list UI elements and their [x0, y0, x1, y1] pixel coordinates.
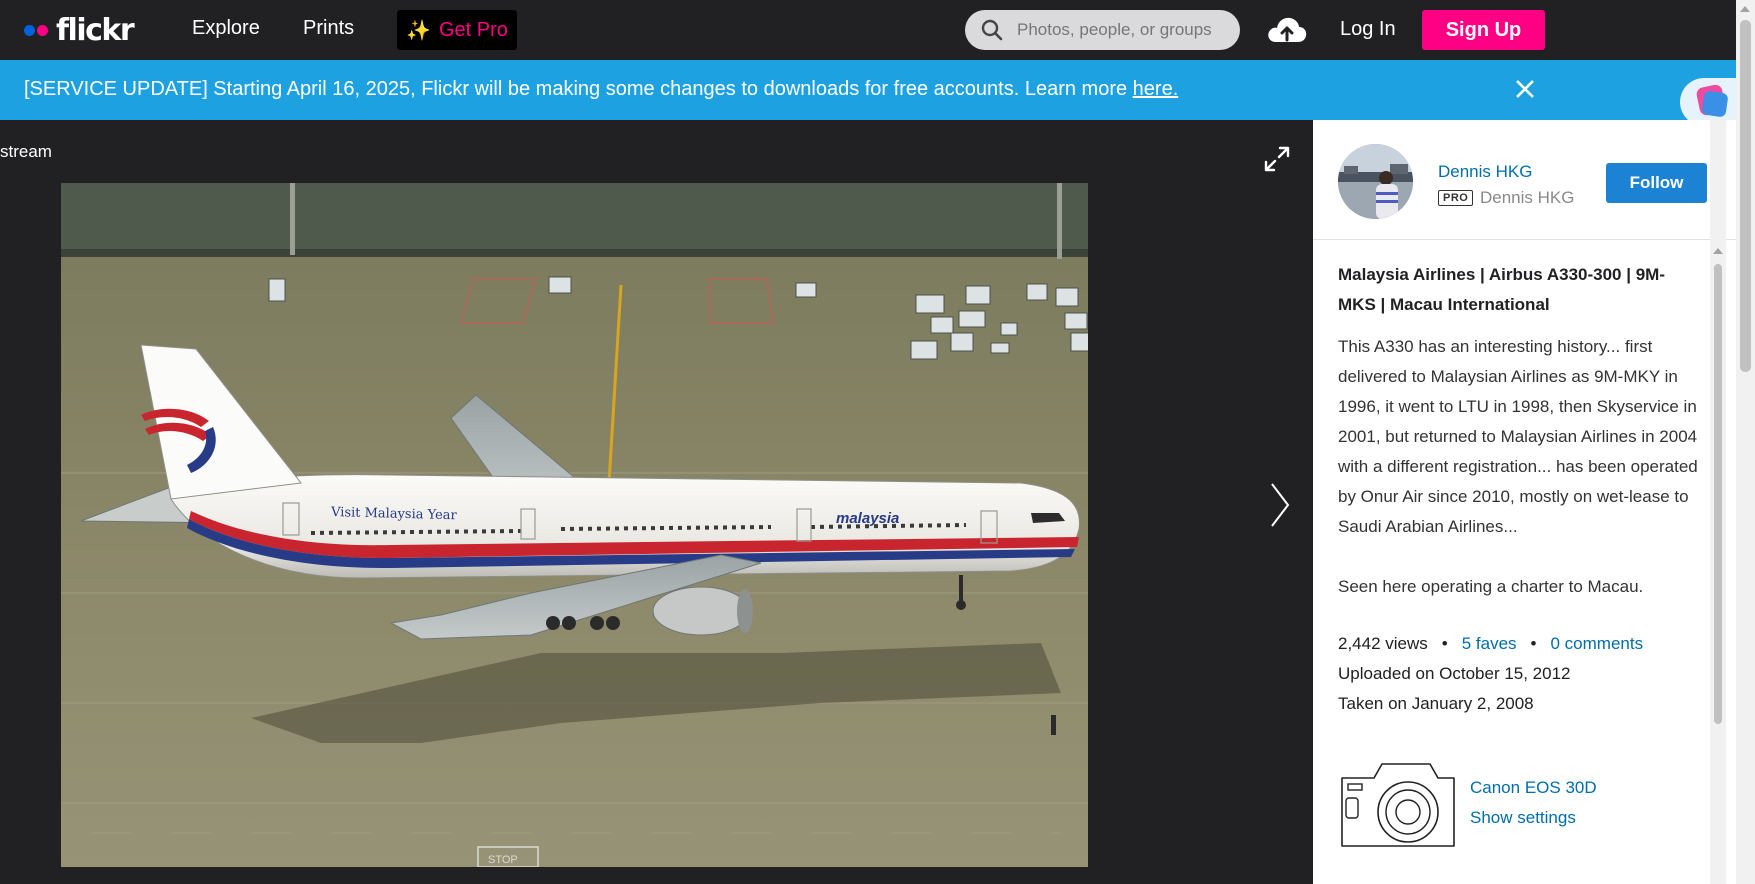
owner-avatar[interactable]	[1338, 144, 1413, 219]
expand-icon[interactable]	[1262, 144, 1292, 174]
livery-brand: malaysia	[836, 510, 899, 527]
page-scrollbar-thumb[interactable]	[1740, 20, 1751, 372]
nav-explore[interactable]: Explore	[192, 17, 260, 40]
photo-viewer: stream Visit Malaysia Year malaysia STOP	[0, 120, 1313, 884]
page-scroll-up-arrow[interactable]	[1740, 6, 1750, 12]
back-to-photostream-link[interactable]: stream	[0, 142, 52, 162]
flickr-logo[interactable]: flickr	[24, 12, 135, 48]
search-icon	[981, 19, 1003, 41]
water-area	[61, 183, 1088, 251]
camera-model-link[interactable]: Canon EOS 30D	[1470, 778, 1597, 798]
bullet-separator: •	[1441, 634, 1448, 653]
lamp-post	[1057, 183, 1062, 259]
top-navigation: flickr Explore Prints ✨ Get Pro Log In S…	[0, 0, 1755, 60]
sparkle-icon: ✨	[406, 19, 431, 42]
photo-description: This A330 has an interesting history... …	[1338, 337, 1698, 536]
extension-shape-blue	[1701, 90, 1729, 118]
photo-info-sidebar: Dennis HKG PRO Dennis HKG Follow Malaysi…	[1313, 120, 1755, 884]
logo-wordmark: flickr	[56, 12, 135, 48]
banner-text: [SERVICE UPDATE] Starting April 16, 2025…	[24, 78, 1133, 100]
seawall	[61, 249, 1088, 257]
stop-marking: STOP	[488, 854, 518, 866]
owner-alias: Dennis HKG	[1480, 188, 1575, 207]
faves-link[interactable]: 5 faves	[1462, 634, 1517, 653]
aircraft-engine	[652, 586, 750, 636]
photo-description-2: Seen here operating a charter to Macau.	[1338, 577, 1644, 596]
close-icon[interactable]	[1512, 76, 1538, 102]
search-bar[interactable]	[965, 10, 1240, 50]
main-photo: Visit Malaysia Year malaysia STOP	[61, 183, 1088, 867]
owner-name-link[interactable]: Dennis HKG	[1438, 162, 1532, 182]
sidebar-scrollbar-thumb[interactable]	[1714, 264, 1722, 724]
ground-marshaller	[1051, 715, 1056, 735]
nav-prints[interactable]: Prints	[303, 17, 354, 40]
views-count: 2,442 views	[1338, 634, 1428, 653]
taken-date: Taken on January 2, 2008	[1338, 694, 1534, 713]
engine-intake	[737, 589, 753, 633]
get-pro-label: Get Pro	[438, 18, 508, 41]
bullet-separator: •	[1530, 634, 1537, 653]
login-link[interactable]: Log In	[1340, 18, 1396, 41]
follow-button[interactable]: Follow	[1606, 163, 1707, 203]
camera-icon	[1341, 763, 1455, 847]
logo-blue-dot	[24, 24, 35, 36]
comments-link[interactable]: 0 comments	[1551, 634, 1644, 653]
get-pro-button[interactable]: ✨ Get Pro	[397, 10, 517, 50]
search-input[interactable]	[1017, 20, 1227, 40]
banner-message: [SERVICE UPDATE] Starting April 16, 2025…	[24, 78, 1178, 101]
upload-date: Uploaded on October 15, 2012	[1338, 664, 1571, 683]
logo-pink-dot	[37, 24, 48, 36]
upload-cloud-icon[interactable]	[1266, 14, 1308, 46]
photo-details: Malaysia Airlines | Airbus A330-300 | 9M…	[1338, 260, 1698, 602]
photo-stats: 2,442 views • 5 faves • 0 comments	[1338, 634, 1738, 654]
next-photo-arrow-icon[interactable]	[1268, 480, 1292, 530]
service-update-banner: [SERVICE UPDATE] Starting April 16, 2025…	[0, 60, 1755, 120]
photo-title: Malaysia Airlines | Airbus A330-300 | 9M…	[1338, 265, 1665, 314]
signup-button[interactable]: Sign Up	[1422, 10, 1545, 50]
banner-learn-more-link[interactable]: here.	[1133, 78, 1179, 100]
owner-card: Dennis HKG PRO Dennis HKG Follow	[1313, 120, 1755, 240]
lamp-post	[290, 183, 295, 255]
sidebar-scroll-up-arrow[interactable]	[1713, 248, 1723, 254]
show-settings-link[interactable]: Show settings	[1470, 808, 1576, 828]
pro-badge: PRO	[1438, 190, 1474, 206]
